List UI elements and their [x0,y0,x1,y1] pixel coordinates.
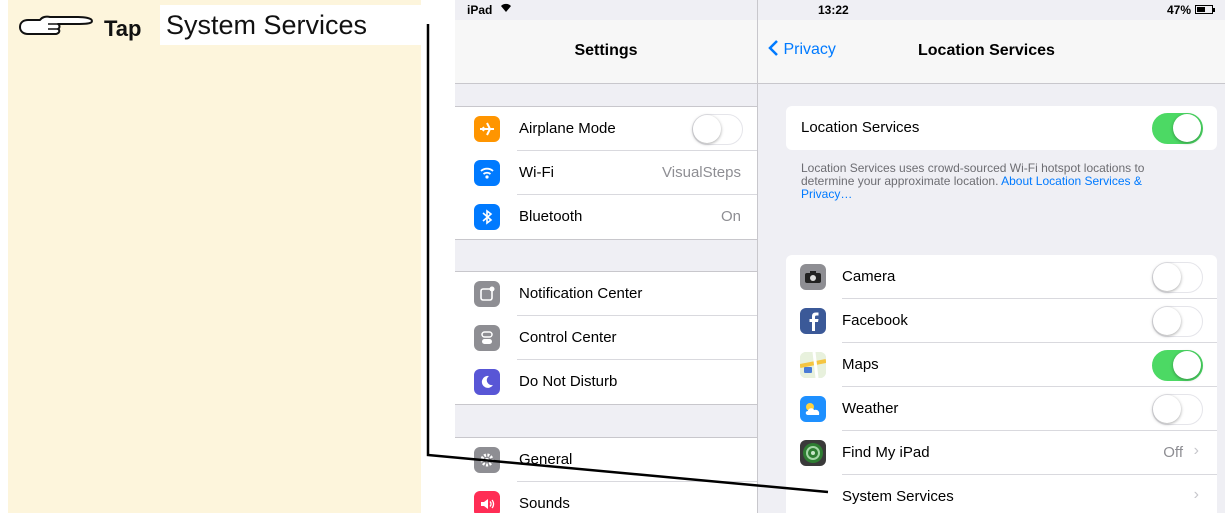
settings-row-bluetooth[interactable]: Bluetooth On [455,195,757,239]
settings-value: VisualSteps [662,164,741,181]
maps-icon [800,352,826,378]
settings-row-wifi[interactable]: Wi-Fi VisualSteps [455,151,757,195]
instruction-panel: Tap System Services [8,0,422,513]
back-label: Privacy [783,41,836,58]
bluetooth-icon [474,204,500,230]
settings-label: Notification Center [519,285,643,302]
airplane-icon [474,116,500,142]
facebook-location-toggle[interactable] [1152,306,1203,337]
chevron-left-icon [768,40,778,56]
settings-group-notifications: Notification Center Control Center Do No… [455,271,757,405]
settings-group-general: General Sounds [455,437,757,513]
app-label: System Services [842,488,954,505]
settings-label: Bluetooth [519,208,583,225]
status-time: 13:22 [818,3,849,17]
location-footnote: Location Services uses crowd-sourced Wi-… [801,162,1191,201]
find-my-ipad-value: Off [1163,444,1183,461]
weather-location-toggle[interactable] [1152,394,1203,425]
location-services-row[interactable]: Location Services [786,106,1217,150]
settings-pane: Settings Airplane Mode Wi-Fi VisualSteps [455,0,757,513]
back-button[interactable]: Privacy [768,40,836,59]
location-services-pane: Privacy Location Services Location Servi… [757,0,1225,513]
app-label: Maps [842,356,879,373]
settings-navbar: Settings [455,20,757,84]
location-title: Location Services [918,42,1055,59]
camera-location-toggle[interactable] [1152,262,1203,293]
app-row-maps[interactable]: Maps [786,343,1217,387]
app-label: Camera [842,268,896,285]
location-navbar: Privacy Location Services [758,20,1225,84]
app-label: Find My iPad [842,444,930,461]
settings-label: Sounds [519,495,570,512]
settings-label: Airplane Mode [519,120,616,137]
settings-row-general[interactable]: General [455,438,757,482]
location-apps-group: Camera Facebook Maps Weather Find My iPa… [786,255,1217,513]
wifi-icon [474,160,500,186]
settings-label: Wi-Fi [519,164,554,181]
instruction-verb: Tap [104,16,142,41]
settings-group-connectivity: Airplane Mode Wi-Fi VisualSteps Bluetoot… [455,106,757,240]
app-row-facebook[interactable]: Facebook [786,299,1217,343]
settings-row-do-not-disturb[interactable]: Do Not Disturb [455,360,757,404]
battery-icon [1195,5,1215,14]
settings-value: On [720,208,741,225]
carrier-label: iPad [467,3,493,17]
wifi-signal-icon [500,1,512,16]
settings-label: Control Center [519,329,617,346]
app-row-camera[interactable]: Camera [786,255,1217,299]
camera-icon [800,264,826,290]
airplane-mode-toggle[interactable] [692,114,743,145]
weather-icon [800,396,826,422]
settings-row-notification-center[interactable]: Notification Center [455,272,757,316]
app-label: Weather [842,400,899,417]
settings-row-airplane-mode[interactable]: Airplane Mode [455,107,757,151]
moon-icon [474,369,500,395]
status-bar: iPad 13:22 47% [455,0,1225,20]
settings-row-sounds[interactable]: Sounds [455,482,757,513]
gear-icon [474,447,500,473]
location-services-label: Location Services [801,119,920,136]
settings-row-control-center[interactable]: Control Center [455,316,757,360]
notification-center-icon [474,281,500,307]
facebook-icon [800,308,826,334]
pointing-hand-icon [19,15,93,35]
battery-percent: 47% [1166,3,1191,17]
chevron-right-icon: › [1193,442,1199,459]
app-label: Facebook [842,312,908,329]
settings-title: Settings [574,42,638,59]
instruction-target: System Services [160,5,422,45]
location-main-group: Location Services [786,106,1217,150]
app-row-weather[interactable]: Weather [786,387,1217,431]
settings-label: Do Not Disturb [519,373,618,390]
control-center-icon [474,325,500,351]
chevron-right-icon: › [1193,486,1199,503]
ipad-screen: iPad 13:22 47% Settings Airplane Mode Wi… [455,0,1225,513]
app-row-system-services[interactable]: System Services › [786,475,1217,513]
maps-location-toggle[interactable] [1152,350,1203,381]
speaker-icon [474,491,500,513]
app-row-find-my-ipad[interactable]: Find My iPad Off › [786,431,1217,475]
settings-label: General [519,451,573,468]
location-services-toggle[interactable] [1152,113,1203,144]
find-my-ipad-icon [800,440,826,466]
